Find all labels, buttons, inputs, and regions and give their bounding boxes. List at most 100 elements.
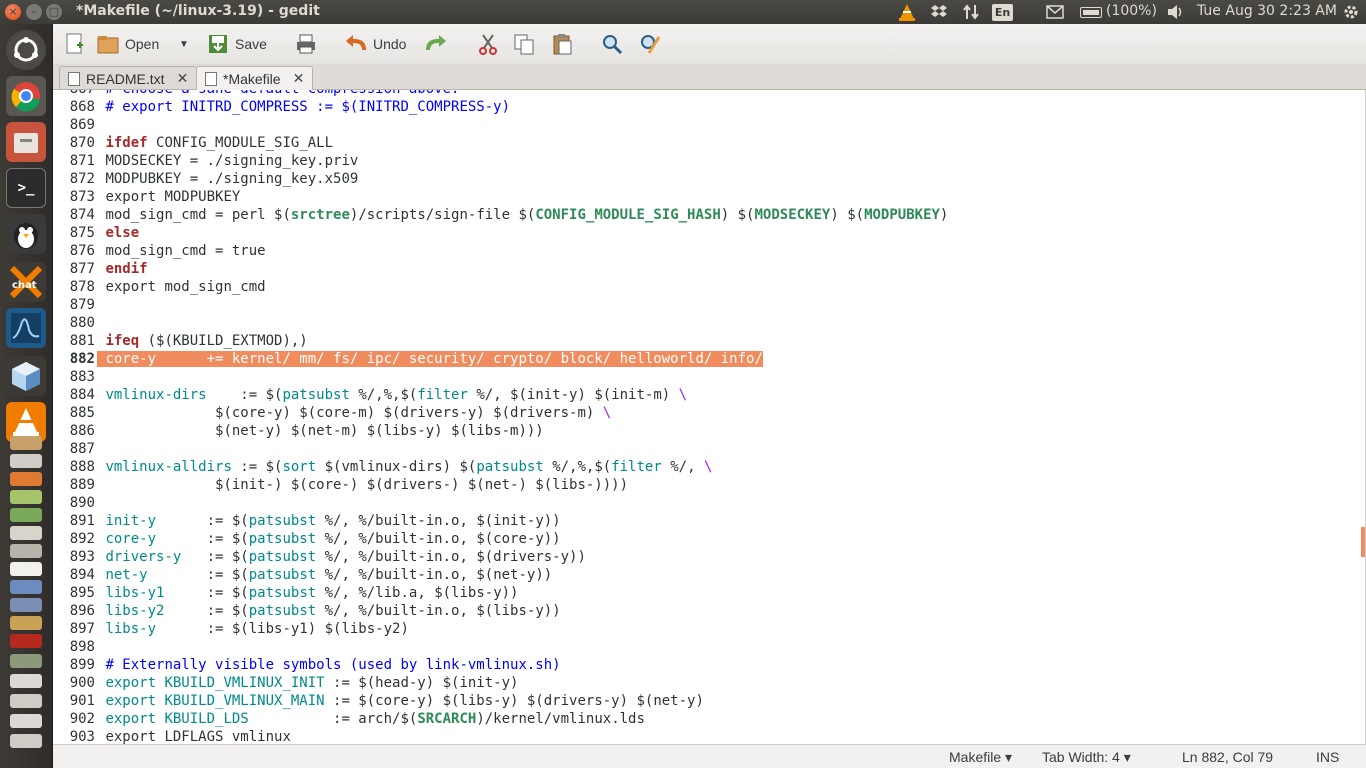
launcher-item-14[interactable] xyxy=(10,674,42,688)
code-line[interactable]: 871 MODSECKEY = ./signing_key.priv xyxy=(53,152,1358,170)
launcher-item-5[interactable] xyxy=(10,508,42,522)
code-line[interactable]: 868 # export INITRD_COMPRESS := $(INITRD… xyxy=(53,98,1358,116)
code-line[interactable]: 885 $(core-y) $(core-m) $(drivers-y) $(d… xyxy=(53,404,1358,422)
code-line[interactable]: 870 ifdef CONFIG_MODULE_SIG_ALL xyxy=(53,134,1358,152)
open-dropdown-arrow[interactable]: ▼ xyxy=(179,30,189,58)
ubuntu-dash-icon[interactable] xyxy=(6,30,46,70)
launcher-item-11[interactable] xyxy=(10,616,42,630)
code-token: ) $( xyxy=(830,207,865,223)
code-line[interactable]: 893 drivers-y := $(patsubst %/, %/built-… xyxy=(53,548,1358,566)
code-line[interactable]: 887 xyxy=(53,440,1358,458)
terminal-icon[interactable]: >_ xyxy=(6,168,46,208)
code-line[interactable]: 886 $(net-y) $(net-m) $(libs-y) $(libs-m… xyxy=(53,422,1358,440)
code-line[interactable]: 888 vmlinux-alldirs := $(sort $(vmlinux-… xyxy=(53,458,1358,476)
copy-button[interactable] xyxy=(513,30,541,58)
keyboard-language-indicator[interactable]: En xyxy=(992,4,1013,21)
code-line[interactable]: 872 MODPUBKEY = ./signing_key.x509 xyxy=(53,170,1358,188)
launcher-item-3[interactable] xyxy=(10,472,42,486)
mail-icon[interactable] xyxy=(1046,5,1064,19)
save-button[interactable]: Save xyxy=(207,30,267,58)
code-line[interactable]: 882 core-y += kernel/ mm/ fs/ ipc/ secur… xyxy=(53,350,1358,368)
chrome-icon[interactable] xyxy=(6,76,46,116)
code-text: MODPUBKEY = ./signing_key.x509 xyxy=(97,171,358,187)
code-line[interactable]: 876 mod_sign_cmd = true xyxy=(53,242,1358,260)
code-line[interactable]: 877 endif xyxy=(53,260,1358,278)
tab-close-icon[interactable]: ✕ xyxy=(293,70,305,87)
code-line[interactable]: 889 $(init-) $(core-) $(drivers-) $(net-… xyxy=(53,476,1358,494)
code-line[interactable]: 894 net-y := $(patsubst %/, %/built-in.o… xyxy=(53,566,1358,584)
xchat-icon[interactable]: chat xyxy=(6,262,46,302)
tab-readme[interactable]: README.txt ✕ xyxy=(59,66,198,90)
launcher-item-2[interactable] xyxy=(10,454,42,468)
launcher-item-1[interactable] xyxy=(10,436,42,450)
launcher-item-7[interactable] xyxy=(10,544,42,558)
launcher-item-4[interactable] xyxy=(10,490,42,504)
launcher-item-16[interactable] xyxy=(10,714,42,728)
text-editor[interactable]: 867 # Choose a sane default compression … xyxy=(53,90,1366,744)
code-line[interactable]: 895 libs-y1 := $(patsubst %/, %/lib.a, $… xyxy=(53,584,1358,602)
code-line[interactable]: 873 export MODPUBKEY xyxy=(53,188,1358,206)
line-number: 879 xyxy=(69,297,95,313)
files-icon[interactable] xyxy=(6,122,46,162)
network-icon[interactable] xyxy=(962,4,980,20)
tab-width-selector[interactable]: Tab Width: 4 ▾ xyxy=(1042,749,1131,766)
battery-icon[interactable] xyxy=(1080,7,1102,18)
redo-button[interactable] xyxy=(425,30,453,58)
code-line[interactable]: 879 xyxy=(53,296,1358,314)
window-close-button[interactable]: × xyxy=(5,4,21,20)
code-line[interactable]: 899 # Externally visible symbols (used b… xyxy=(53,656,1358,674)
launcher-item-17[interactable] xyxy=(10,734,42,748)
code-line[interactable]: 874 mod_sign_cmd = perl $(srctree)/scrip… xyxy=(53,206,1358,224)
code-line[interactable]: 880 xyxy=(53,314,1358,332)
search-button[interactable] xyxy=(601,30,629,58)
amazon-icon[interactable] xyxy=(10,562,42,576)
pidgin-icon[interactable] xyxy=(6,214,46,254)
volume-icon[interactable] xyxy=(1167,4,1185,20)
print-button[interactable] xyxy=(295,30,323,58)
paste-button[interactable] xyxy=(551,30,579,58)
launcher-item-13[interactable] xyxy=(10,654,42,668)
launcher-item-9[interactable] xyxy=(10,580,42,594)
launcher-item-10[interactable] xyxy=(10,598,42,612)
system-monitor-icon[interactable] xyxy=(6,308,46,348)
open-button[interactable]: Open xyxy=(97,30,159,58)
new-document-button[interactable] xyxy=(63,30,91,58)
vlc-tray-icon[interactable] xyxy=(898,3,916,21)
code-line[interactable]: 901 export KBUILD_VMLINUX_MAIN := $(core… xyxy=(53,692,1358,710)
scrollbar-thumb[interactable] xyxy=(1361,527,1365,557)
code-line[interactable]: 897 libs-y := $(libs-y1) $(libs-y2) xyxy=(53,620,1358,638)
language-selector[interactable]: Makefile ▾ xyxy=(949,749,1012,766)
code-line[interactable]: 892 core-y := $(patsubst %/, %/built-in.… xyxy=(53,530,1358,548)
code-line[interactable]: 896 libs-y2 := $(patsubst %/, %/built-in… xyxy=(53,602,1358,620)
code-line[interactable]: 902 export KBUILD_LDS := arch/$(SRCARCH)… xyxy=(53,710,1358,728)
power-gear-icon[interactable] xyxy=(1343,4,1359,20)
code-line[interactable]: 869 xyxy=(53,116,1358,134)
launcher-item-15[interactable] xyxy=(10,694,42,708)
code-line[interactable]: 890 xyxy=(53,494,1358,512)
code-text: ifeq ($(KBUILD_EXTMOD),) xyxy=(97,333,307,349)
virtualbox-icon[interactable] xyxy=(6,356,46,396)
code-token: core-y += kernel/ mm/ fs/ ipc/ security/… xyxy=(105,351,763,367)
code-line[interactable]: 884 vmlinux-dirs := $(patsubst %/,%,$(fi… xyxy=(53,386,1358,404)
window-minimize-button[interactable]: – xyxy=(26,4,42,20)
clock[interactable]: Tue Aug 30 2:23 AM xyxy=(1197,3,1337,19)
filezilla-icon[interactable] xyxy=(10,634,42,648)
code-line[interactable]: 883 xyxy=(53,368,1358,386)
cut-button[interactable] xyxy=(477,30,505,58)
launcher-item-6[interactable] xyxy=(10,526,42,540)
code-line[interactable]: 875 else xyxy=(53,224,1358,242)
code-line[interactable]: 900 export KBUILD_VMLINUX_INIT := $(head… xyxy=(53,674,1358,692)
code-line[interactable]: 891 init-y := $(patsubst %/, %/built-in.… xyxy=(53,512,1358,530)
window-maximize-button[interactable]: □ xyxy=(46,4,62,20)
code-line[interactable]: 878 export mod_sign_cmd xyxy=(53,278,1358,296)
tab-makefile[interactable]: *Makefile ✕ xyxy=(196,66,314,90)
tab-close-icon[interactable]: ✕ xyxy=(177,70,189,87)
code-line[interactable]: 898 xyxy=(53,638,1358,656)
search-replace-button[interactable] xyxy=(639,30,667,58)
code-line[interactable]: 903 export LDFLAGS_vmlinux xyxy=(53,728,1358,744)
code-line[interactable]: 881 ifeq ($(KBUILD_EXTMOD),) xyxy=(53,332,1358,350)
line-number: 890 xyxy=(69,495,95,511)
undo-button[interactable]: Undo xyxy=(345,30,406,58)
code-line[interactable]: 867 # Choose a sane default compression … xyxy=(53,90,1358,98)
dropbox-icon[interactable] xyxy=(930,4,948,20)
